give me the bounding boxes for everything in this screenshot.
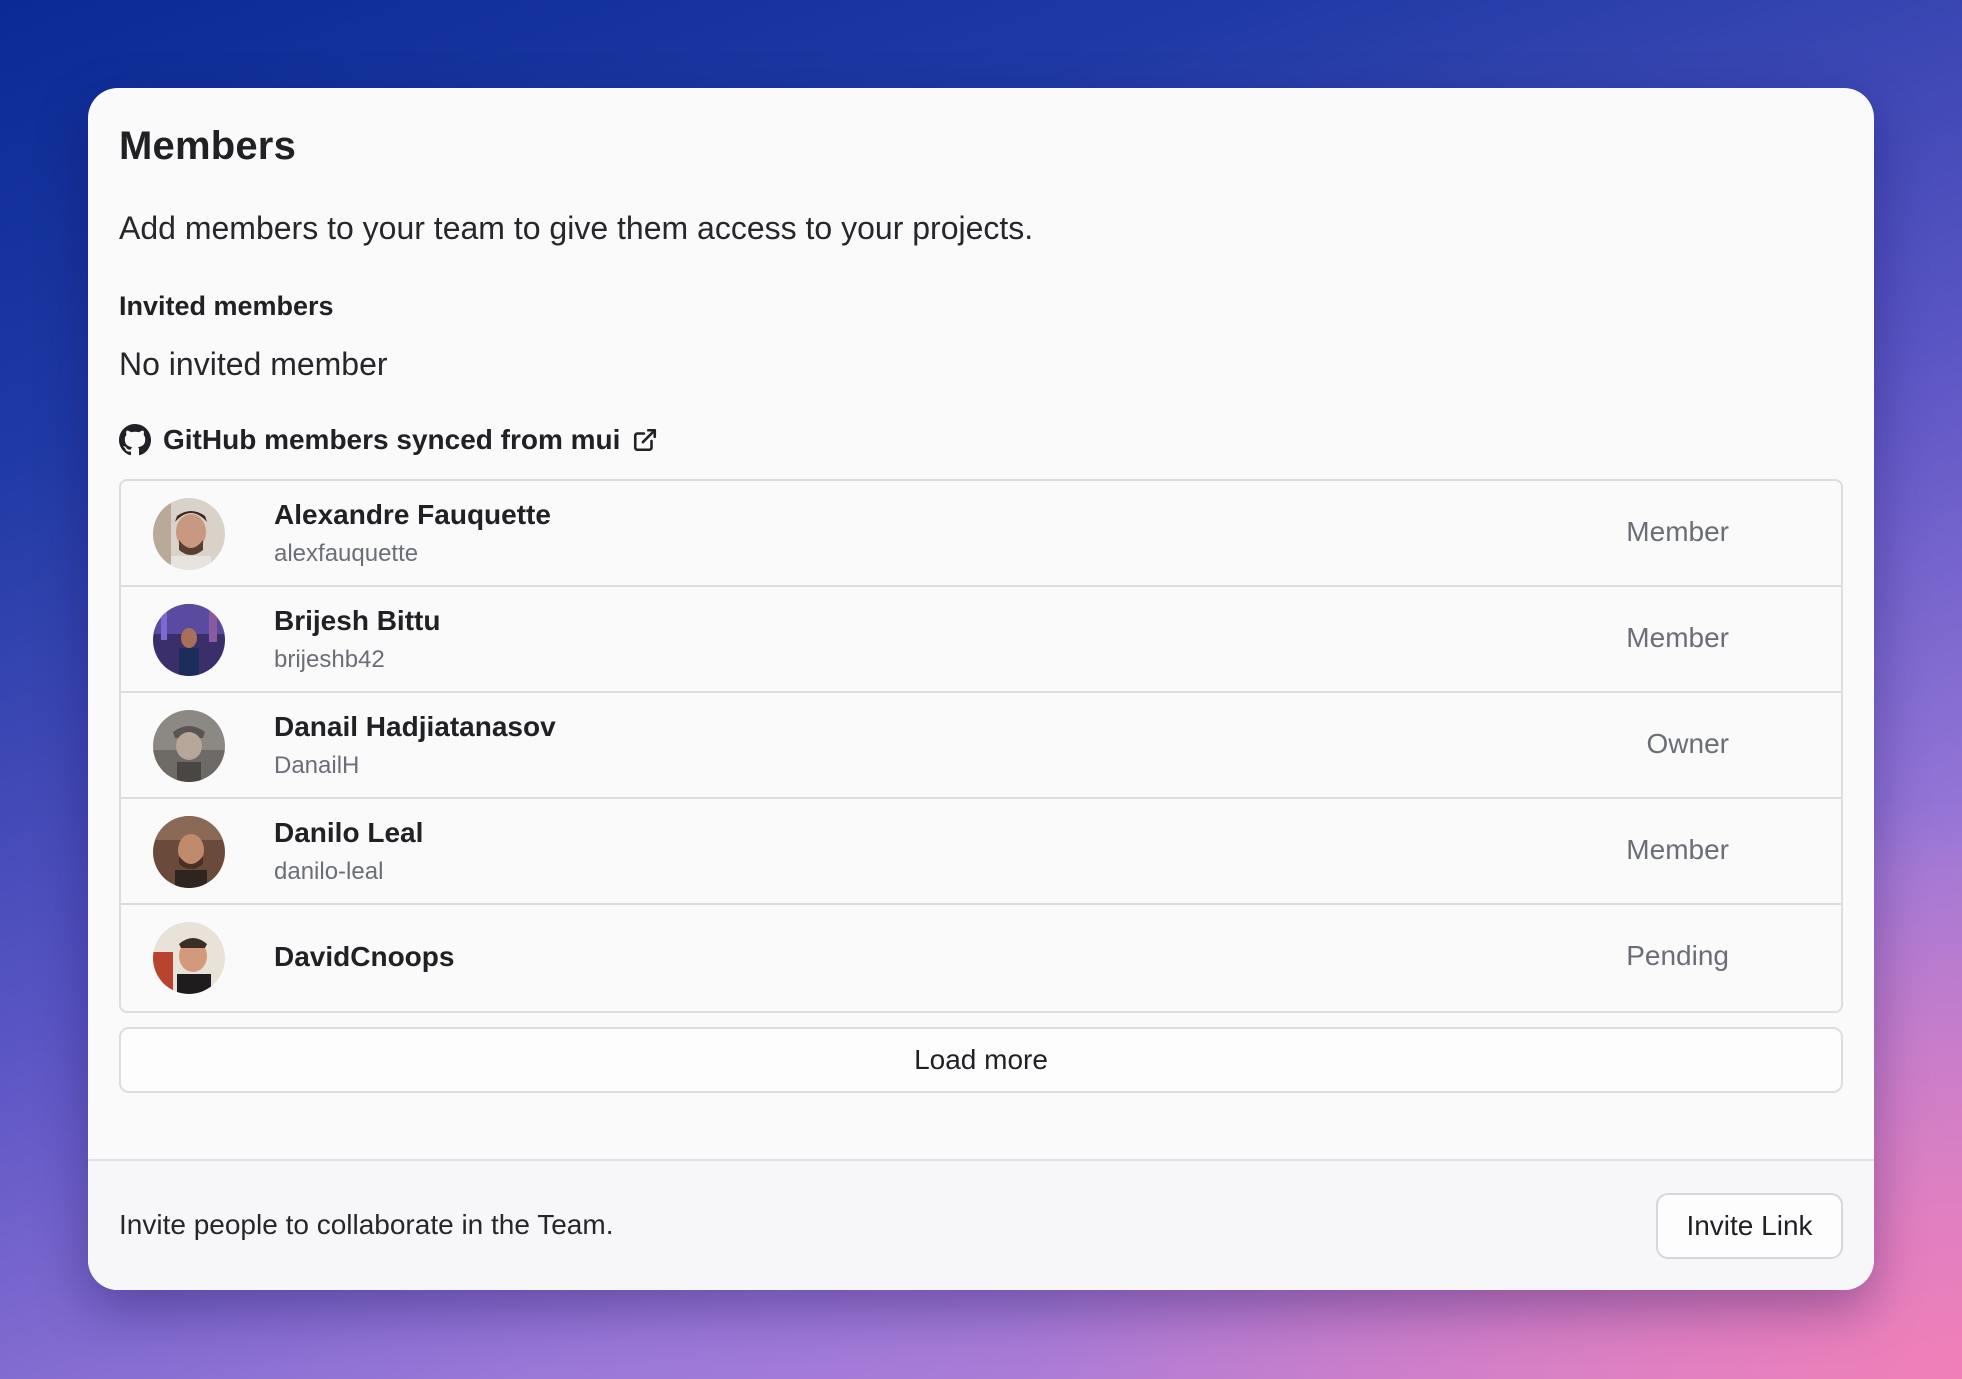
member-role: Member (1626, 834, 1729, 865)
panel-title: Members (119, 124, 297, 168)
invite-link-button[interactable]: Invite Link (1656, 1193, 1843, 1259)
avatar (153, 816, 225, 888)
member-role: Member (1626, 516, 1729, 547)
member-login: DanailH (274, 752, 360, 779)
member-name: Brijesh Bittu (274, 605, 441, 636)
member-row: Danail Hadjiatanasov DanailH Owner (121, 693, 1841, 799)
member-login: alexfauquette (274, 540, 419, 567)
avatar (153, 922, 225, 994)
member-row: Danilo Leal danilo-leal Member (121, 799, 1841, 905)
avatar (153, 498, 225, 570)
invited-members-empty: No invited member (119, 346, 388, 382)
avatar (153, 710, 225, 782)
panel-description: Add members to your team to give them ac… (119, 210, 1034, 246)
github-icon (119, 424, 151, 456)
member-login: brijeshb42 (274, 646, 385, 673)
member-login: danilo-leal (274, 858, 384, 885)
github-members-label: GitHub members synced from mui (163, 424, 621, 455)
member-row: DavidCnoops Pending (121, 905, 1841, 1011)
member-name: Danilo Leal (274, 817, 424, 848)
member-role: Owner (1646, 728, 1729, 759)
members-panel: Members Add members to your team to give… (88, 88, 1874, 1290)
member-role: Pending (1626, 940, 1729, 971)
member-row: Brijesh Bittu brijeshb42 Member (121, 587, 1841, 693)
member-row: Alexandre Fauquette alexfauquette Member (121, 481, 1841, 587)
member-name: Alexandre Fauquette (274, 499, 551, 530)
github-members-list: Alexandre Fauquette alexfauquette Member… (119, 479, 1843, 1013)
panel-footer: Invite people to collaborate in the Team… (88, 1159, 1874, 1290)
invited-members-heading: Invited members (119, 291, 334, 321)
footer-text: Invite people to collaborate in the Team… (119, 1209, 614, 1240)
avatar (153, 604, 225, 676)
load-more-button[interactable]: Load more (119, 1027, 1843, 1093)
external-link-icon[interactable] (632, 427, 658, 453)
member-name: Danail Hadjiatanasov (274, 711, 556, 742)
member-name: DavidCnoops (274, 941, 455, 972)
member-role: Member (1626, 622, 1729, 653)
github-members-heading: GitHub members synced from mui (119, 424, 658, 456)
